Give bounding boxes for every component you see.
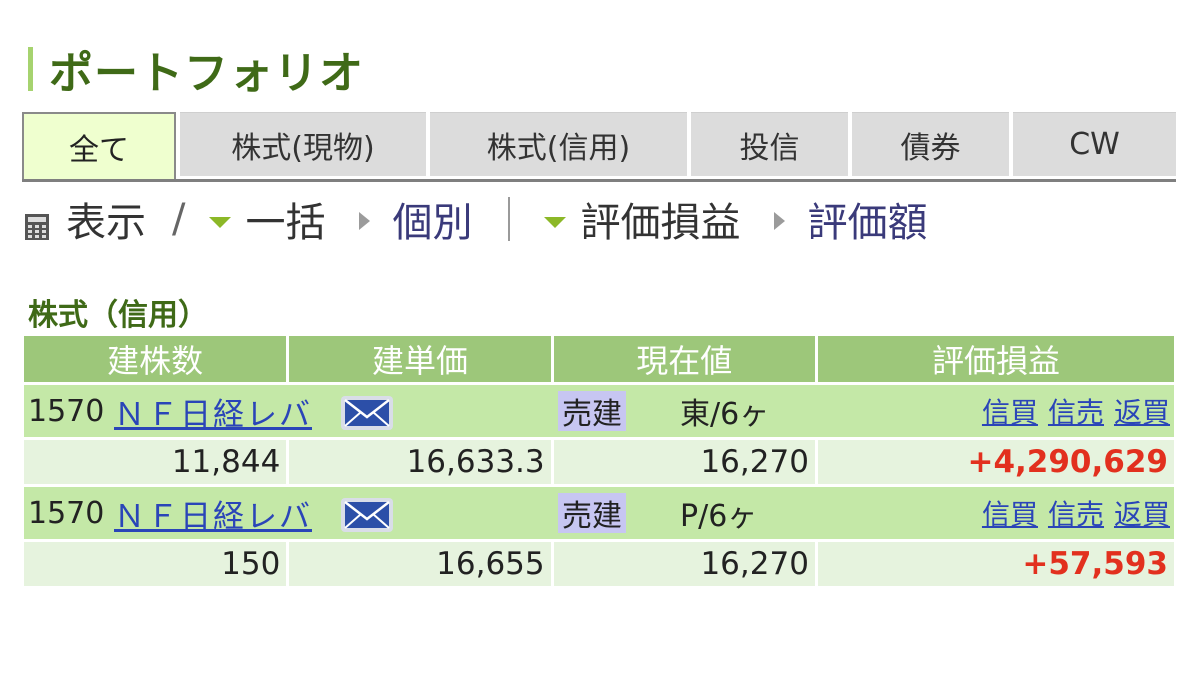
- tab-all[interactable]: 全て: [22, 112, 176, 179]
- tab-stock-cash[interactable]: 株式(現物): [180, 112, 426, 176]
- dropdown-triangle-icon: [209, 216, 232, 228]
- dropdown-triangle-icon: [544, 216, 567, 228]
- stock-code: 1570: [28, 495, 105, 531]
- stock-name-link[interactable]: ＮＦ日経レバ: [114, 491, 312, 536]
- pl-cell: +57,593: [817, 542, 1174, 586]
- market-term: 東/6ヶ: [680, 397, 770, 432]
- trade-actions: 信買 信売 返買: [982, 391, 1170, 431]
- calculator-icon: [24, 205, 50, 240]
- asset-tabs: 全て 株式(現物) 株式(信用) 投信 債券 CW: [22, 112, 1176, 182]
- stock-name-link[interactable]: ＮＦ日経レバ: [114, 389, 312, 434]
- display-label: 表示: [66, 200, 146, 246]
- table-header: 建株数 建単価 現在値 評価損益: [24, 336, 1174, 382]
- page-title: ポートフォリオ: [49, 48, 364, 99]
- right-arrow-icon: [774, 212, 786, 230]
- margin-sell-link[interactable]: 信売: [1048, 391, 1104, 431]
- holdings-table: 建株数 建単価 現在値 評価損益 1570 ＮＦ日経レバ 売建 東/6ヶ 信買 …: [24, 336, 1174, 589]
- display-divider: [508, 197, 511, 241]
- pl-cell: +4,290,629: [817, 440, 1174, 484]
- metric-option-pl[interactable]: 評価損益: [580, 190, 740, 248]
- margin-buy-link[interactable]: 信買: [982, 493, 1038, 533]
- mail-icon[interactable]: [340, 497, 394, 533]
- header-unit-price: 建単価: [289, 336, 551, 382]
- position-badge: 売建: [558, 493, 626, 534]
- margin-buy-link[interactable]: 信買: [982, 391, 1038, 431]
- market-term: P/6ヶ: [680, 499, 758, 534]
- tab-stock-margin[interactable]: 株式(信用): [430, 112, 687, 176]
- mode-option-individual[interactable]: 個別: [392, 190, 472, 248]
- header-quantity: 建株数: [24, 336, 287, 382]
- page-header: ポートフォリオ: [28, 44, 364, 99]
- margin-sell-link[interactable]: 信売: [1048, 493, 1104, 533]
- current-price-cell: 16,270: [553, 440, 815, 484]
- table-row: 1570 ＮＦ日経レバ 売建 P/6ヶ 信買 信売 返買: [24, 487, 1174, 539]
- repay-buy-link[interactable]: 返買: [1114, 391, 1170, 431]
- quantity-cell: 150: [24, 542, 287, 586]
- table-row: 11,844 16,633.3 16,270 +4,290,629: [24, 440, 1174, 484]
- right-arrow-icon: [359, 212, 371, 230]
- unit-price-cell: 16,655: [289, 542, 551, 586]
- display-options: 表示 / 一括 個別 評価損益 評価額: [24, 192, 927, 246]
- quantity-cell: 11,844: [24, 440, 287, 484]
- unit-price-cell: 16,633.3: [289, 440, 551, 484]
- table-row: 150 16,655 16,270 +57,593: [24, 542, 1174, 586]
- current-price-cell: 16,270: [553, 542, 815, 586]
- tab-bonds[interactable]: 債券: [852, 112, 1009, 176]
- title-accent-bar: [28, 47, 33, 91]
- header-current-price: 現在値: [553, 336, 815, 382]
- position-badge: 売建: [558, 391, 626, 432]
- header-pl: 評価損益: [817, 336, 1174, 382]
- mode-option-bulk[interactable]: 一括: [245, 190, 325, 248]
- table-row: 1570 ＮＦ日経レバ 売建 東/6ヶ 信買 信売 返買: [24, 385, 1174, 437]
- tab-investment-trust[interactable]: 投信: [691, 112, 848, 176]
- display-separator: /: [172, 196, 186, 242]
- section-title: 株式（信用）: [28, 298, 208, 333]
- repay-buy-link[interactable]: 返買: [1114, 493, 1170, 533]
- mail-icon[interactable]: [340, 395, 394, 431]
- metric-option-value[interactable]: 評価額: [807, 190, 927, 248]
- trade-actions: 信買 信売 返買: [982, 493, 1170, 533]
- tab-cw[interactable]: CW: [1013, 112, 1176, 176]
- stock-code: 1570: [28, 393, 105, 429]
